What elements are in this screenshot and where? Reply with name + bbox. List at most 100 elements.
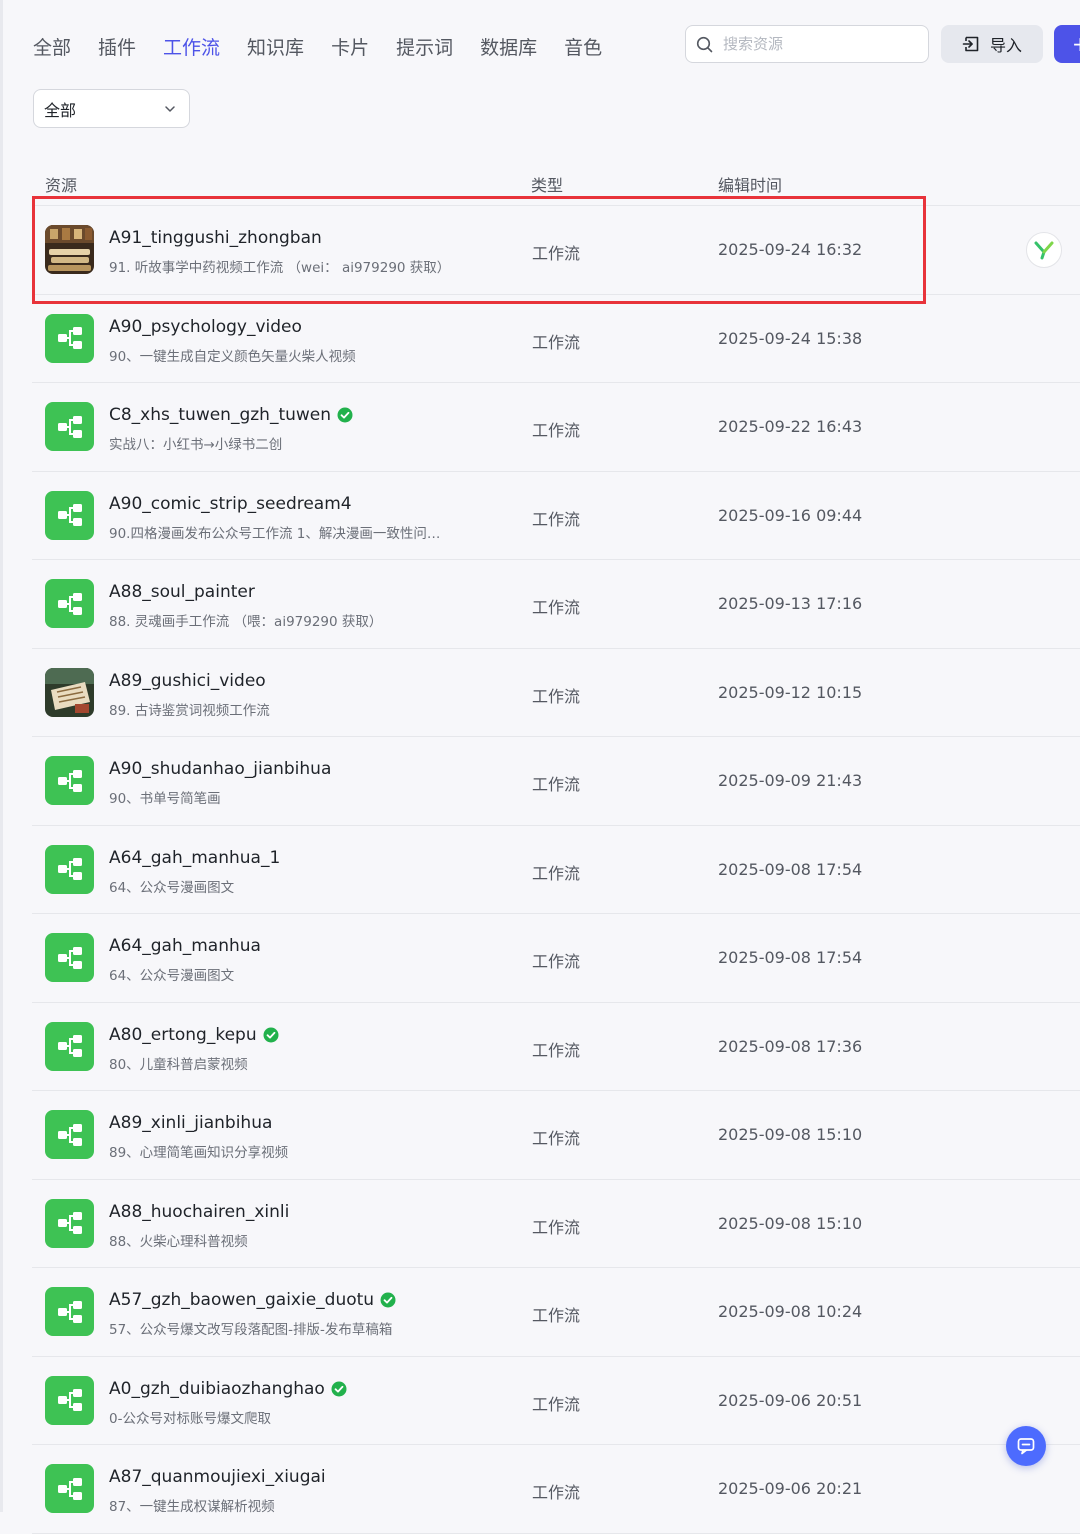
resource-title: A57_gzh_baowen_gaixie_duotu	[109, 1290, 396, 1310]
resource-list: A91_tinggushi_zhongban 91. 听故事学中药视频工作流 （w…	[0, 206, 1080, 1534]
table-row[interactable]: A90_psychology_video 90、一键生成自定义颜色矢量火柴人视频 工…	[32, 295, 1080, 383]
row-agent-button[interactable]	[1026, 232, 1062, 268]
resource-edit-time: 2025-09-08 17:54	[718, 859, 863, 879]
table-row[interactable]: A64_gah_manhua 64、公众号漫画图文 工作流 2025-09-08 17…	[32, 914, 1080, 1003]
resource-edit-time: 2025-09-06 20:51	[718, 1390, 863, 1410]
resource-tabs: 全部 插件 工作流 知识库 卡片 提示词 数据库 音色	[33, 28, 629, 64]
resource-title: A80_ertong_kepu	[109, 1025, 279, 1045]
resource-title: A88_soul_painter	[109, 582, 255, 602]
table-row[interactable]: A90_comic_strip_seedream4 90.四格漫画发布公众号工作流…	[32, 472, 1080, 560]
workflow-icon	[57, 504, 82, 526]
resource-title-text: A89_xinli_jianbihua	[109, 1113, 273, 1133]
table-row[interactable]: A0_gzh_duibiaozhanghao 0-公众号对标账号爆文爬取 工作流 20…	[32, 1357, 1080, 1445]
tab-3[interactable]: 知识库	[247, 33, 304, 60]
tab-1[interactable]: 插件	[98, 33, 136, 60]
workflow-icon	[57, 1123, 82, 1146]
feedback-chat-button[interactable]	[1006, 1426, 1046, 1466]
resource-title-text: A57_gzh_baowen_gaixie_duotu	[109, 1290, 375, 1310]
thumbnail-image-icon	[45, 667, 94, 717]
resource-thumbnail	[45, 225, 94, 274]
tab-5[interactable]: 提示词	[396, 33, 453, 60]
resource-description: 91. 听故事学中药视频工作流 （wei： ai979290 获取）	[109, 260, 451, 276]
table-row[interactable]: A88_huochairen_xinli 88、火柴心理科普视频 工作流 2025-0…	[32, 1180, 1080, 1268]
table-row[interactable]: C8_xhs_tuwen_gzh_tuwen 实战八：小红书→小绿书二创 工作流 20…	[32, 383, 1080, 472]
resource-description: 实战八：小红书→小绿书二创	[109, 437, 283, 453]
resource-edit-time: 2025-09-12 10:15	[718, 682, 863, 702]
search-input[interactable]	[721, 34, 915, 54]
resource-title-text: A91_tinggushi_zhongban	[109, 228, 322, 248]
resource-type: 工作流	[532, 1483, 581, 1502]
workflow-icon	[57, 769, 82, 792]
resource-description: 90、书单号简笔画	[109, 791, 221, 807]
table-row[interactable]: A80_ertong_kepu 80、儿童科普启蒙视频 工作流 2025-09-08 …	[32, 1003, 1080, 1091]
table-row[interactable]: A89_xinli_jianbihua 89、心理简笔画知识分享视频 工作流 2025…	[32, 1091, 1080, 1180]
table-row[interactable]: A57_gzh_baowen_gaixie_duotu 57、公众号爆文改写段落配…	[32, 1268, 1080, 1357]
table-row[interactable]: A89_gushici_video 89. 古诗鉴赏词视频工作流 工作流 2025-0…	[32, 649, 1080, 737]
create-resource-button[interactable]: +	[1054, 25, 1080, 63]
tab-2[interactable]: 工作流	[163, 33, 220, 60]
resource-icon	[45, 933, 94, 982]
resource-description: 88. 灵魂画手工作流 （喂：ai979290 获取）	[109, 614, 383, 630]
table-row[interactable]: A87_quanmoujiexi_xiugai 87、一键生成权谋解析视频 工作流 2…	[32, 1445, 1080, 1534]
resource-title: A90_psychology_video	[109, 317, 302, 337]
table-row[interactable]: A90_shudanhao_jianbihua 90、书单号简笔画 工作流 2025-…	[32, 737, 1080, 826]
import-icon	[962, 36, 979, 52]
resource-type: 工作流	[532, 775, 581, 794]
resource-description: 89. 古诗鉴赏词视频工作流	[109, 702, 270, 719]
resource-type: 工作流	[532, 509, 581, 529]
resource-type: 工作流	[532, 1306, 581, 1325]
chevron-down-icon	[165, 105, 175, 112]
resource-title: A90_comic_strip_seedream4	[109, 494, 352, 514]
verified-badge-icon	[263, 1027, 279, 1042]
resource-type: 工作流	[532, 421, 581, 440]
workflow-icon	[57, 1477, 82, 1500]
resource-title-text: A88_soul_painter	[109, 582, 255, 602]
resource-icon	[45, 402, 94, 451]
workflow-icon	[57, 1389, 82, 1411]
resource-description: 89、心理简笔画知识分享视频	[109, 1145, 289, 1161]
agent-icon	[1034, 241, 1054, 260]
resource-description: 88、火柴心理科普视频	[109, 1233, 248, 1250]
resource-edit-time: 2025-09-08 15:10	[718, 1125, 863, 1144]
resource-type: 工作流	[532, 244, 581, 263]
thumbnail-image-icon	[45, 225, 94, 274]
table-row[interactable]: A88_soul_painter 88. 灵魂画手工作流 （喂：ai979290 …	[32, 560, 1080, 649]
resource-title-text: A87_quanmoujiexi_xiugai	[109, 1467, 326, 1487]
tab-7[interactable]: 音色	[564, 33, 602, 60]
resource-edit-time: 2025-09-16 09:44	[718, 505, 863, 525]
import-button[interactable]: 导入	[941, 25, 1043, 63]
workflow-icon	[57, 1212, 82, 1234]
resource-title-text: A64_gah_manhua_1	[109, 847, 281, 868]
tab-6[interactable]: 数据库	[480, 33, 537, 60]
resource-icon	[45, 1464, 94, 1513]
tab-4[interactable]: 卡片	[331, 33, 369, 60]
verified-badge-icon	[331, 1381, 347, 1396]
resource-icon	[45, 1375, 94, 1425]
workflow-icon	[57, 1300, 82, 1323]
resource-type: 工作流	[532, 598, 581, 617]
resource-description: 57、公众号爆文改写段落配图-排版-发布草稿箱	[109, 1322, 393, 1338]
resource-title: A87_quanmoujiexi_xiugai	[109, 1467, 326, 1487]
resource-title: A64_gah_manhua_1	[109, 848, 280, 868]
table-row[interactable]: A91_tinggushi_zhongban 91. 听故事学中药视频工作流 （w…	[32, 206, 1080, 295]
resource-edit-time: 2025-09-08 10:24	[718, 1302, 863, 1321]
resource-icon	[45, 1198, 94, 1248]
table-row[interactable]: A64_gah_manhua_1 64、公众号漫画图文 工作流 2025-09-08 …	[32, 826, 1080, 914]
resource-thumbnail	[45, 667, 94, 717]
search-box[interactable]	[685, 25, 929, 63]
resource-type: 工作流	[532, 1394, 581, 1414]
workflow-icon	[57, 327, 82, 349]
header-resource: 资源	[45, 176, 78, 195]
resource-description: 0-公众号对标账号爆文爬取	[109, 1410, 271, 1427]
resource-title: A64_gah_manhua	[109, 936, 261, 956]
resource-icon	[45, 490, 94, 540]
resource-title-text: A88_huochairen_xinli	[109, 1201, 290, 1222]
resource-description: 64、公众号漫画图文	[109, 879, 235, 896]
resource-icon	[45, 1021, 94, 1071]
resource-edit-time: 2025-09-06 20:21	[718, 1479, 863, 1498]
resource-type: 工作流	[532, 863, 581, 883]
type-filter-select[interactable]: 全部	[33, 89, 190, 128]
tab-0[interactable]: 全部	[33, 33, 71, 60]
resource-edit-time: 2025-09-24 15:38	[718, 328, 863, 348]
resource-title-text: A64_gah_manhua	[109, 936, 261, 956]
